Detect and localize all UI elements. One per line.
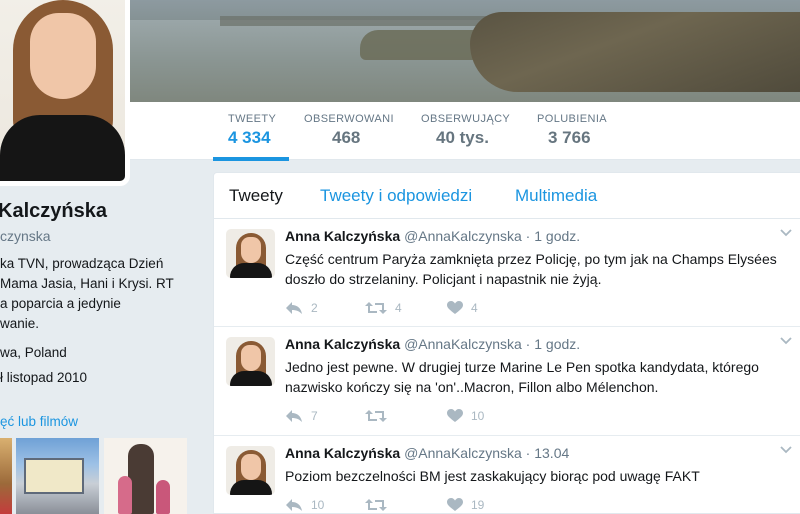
like-button[interactable]: 10 [447, 407, 484, 425]
tweet-avatar[interactable] [226, 337, 275, 386]
avatar-face [30, 13, 96, 99]
tweet-author-handle[interactable]: @AnnaKalczynska [404, 336, 522, 352]
reply-button[interactable]: 7 [285, 407, 318, 425]
profile-header-banner[interactable] [130, 0, 800, 102]
reply-count: 2 [311, 301, 318, 315]
retweet-button[interactable]: 4 [365, 299, 402, 317]
tweet-timeline: Tweety Tweety i odpowiedzi Multimedia An… [213, 172, 800, 514]
tweet-text: Poziom bezczelności BM jest zaskakujący … [285, 468, 700, 484]
stat-value: 4 334 [228, 128, 271, 147]
stat-label: OBSERWUJĄCY [421, 113, 511, 125]
heart-icon [447, 409, 463, 422]
timeline-tabs: Tweety Tweety i odpowiedzi Multimedia [214, 173, 800, 219]
retweet-icon [365, 302, 387, 314]
heart-icon [447, 301, 463, 314]
profile-nav: TWEETY 4 334 OBSERWOWANI 468 OBSERWUJĄCY… [130, 102, 800, 160]
avatar-face [241, 454, 261, 480]
tweet-timestamp[interactable]: 13.04 [534, 445, 569, 461]
tweet[interactable]: Anna Kalczyńska @AnnaKalczynska · 13.04 … [214, 436, 800, 513]
separator-dot: · [525, 336, 531, 352]
stat-value: 40 tys. [436, 128, 489, 147]
profile-location: wa, Poland [0, 345, 67, 360]
tweet-author-handle[interactable]: @AnnaKalczynska [404, 445, 522, 461]
photo-figure [156, 480, 170, 514]
avatar-body [0, 115, 125, 181]
media-thumbnail[interactable] [104, 438, 187, 514]
bio-line: Mama Jasia, Hani i Krysi. RT [0, 276, 174, 291]
tweet-author-name[interactable]: Anna Kalczyńska [285, 336, 400, 352]
reply-button[interactable]: 2 [285, 299, 318, 317]
tweet-text: Jedno jest pewne. W drugiej turze Marine… [285, 359, 759, 395]
retweet-count: 4 [395, 301, 402, 315]
reply-icon [286, 499, 302, 511]
media-thumbnail[interactable] [0, 438, 12, 514]
tweet-avatar[interactable] [226, 229, 275, 278]
banner-rocks [470, 12, 800, 92]
tab-tweets[interactable]: Tweety [229, 186, 283, 206]
retweet-button[interactable] [365, 407, 395, 425]
reply-icon [286, 302, 302, 314]
photo-figure [118, 476, 132, 514]
like-button[interactable]: 4 [447, 299, 478, 317]
bio-line: ka TVN, prowadząca Dzień [0, 256, 164, 271]
tweet-avatar[interactable] [226, 446, 275, 495]
stat-label: OBSERWOWANI [304, 113, 394, 125]
retweet-button[interactable] [365, 496, 395, 513]
avatar-body [230, 263, 272, 278]
tweet-header: Anna Kalczyńska @AnnaKalczynska · 13.04 [285, 445, 569, 461]
stat-value: 468 [332, 128, 361, 147]
stat-value: 3 766 [548, 128, 591, 147]
reply-button[interactable]: 10 [285, 496, 325, 513]
billboard-shape [24, 458, 84, 494]
reply-count: 10 [311, 498, 325, 512]
profile-name[interactable]: Kalczyńska [0, 200, 107, 223]
tab-media[interactable]: Multimedia [515, 186, 597, 206]
bio-line: wanie. [0, 316, 40, 331]
reply-icon [286, 410, 302, 422]
photos-videos-link[interactable]: ęć lub filmów [0, 414, 78, 429]
separator-dot: · [525, 228, 531, 244]
profile-handle[interactable]: czynska [0, 228, 51, 244]
retweet-icon [365, 410, 387, 422]
tweet-timestamp[interactable]: 1 godz. [534, 228, 580, 244]
tweet-header: Anna Kalczyńska @AnnaKalczynska · 1 godz… [285, 228, 580, 244]
chevron-down-icon[interactable] [779, 225, 793, 239]
tweet-author-handle[interactable]: @AnnaKalczynska [404, 228, 522, 244]
active-stat-indicator [213, 157, 289, 161]
avatar-body [230, 371, 272, 386]
avatar-body [230, 480, 272, 495]
tweet-author-name[interactable]: Anna Kalczyńska [285, 445, 400, 461]
tweet-header: Anna Kalczyńska @AnnaKalczynska · 1 godz… [285, 336, 580, 352]
tweet-text: Część centrum Paryża zamknięta przez Pol… [285, 251, 777, 287]
like-count: 19 [471, 498, 485, 512]
bio-line: a poparcia a jedynie [0, 296, 121, 311]
like-count: 4 [471, 301, 478, 315]
heart-icon [447, 498, 463, 511]
avatar-face [241, 237, 261, 263]
reply-count: 7 [311, 409, 318, 423]
stat-followers[interactable]: OBSERWUJĄCY 40 tys. [421, 113, 510, 148]
tab-tweets-and-replies[interactable]: Tweety i odpowiedzi [320, 186, 472, 206]
profile-bio: ka TVN, prowadząca Dzień Mama Jasia, Han… [0, 254, 205, 334]
stat-likes[interactable]: POLUBIENIA 3 766 [537, 113, 607, 148]
retweet-icon [365, 499, 387, 511]
media-thumbnail[interactable] [16, 438, 99, 514]
separator-dot: · [525, 445, 531, 461]
stat-following[interactable]: OBSERWOWANI 468 [304, 113, 394, 148]
like-button[interactable]: 19 [447, 496, 485, 513]
profile-avatar[interactable] [0, 0, 130, 186]
profile-join-date: ł listopad 2010 [0, 370, 88, 385]
chevron-down-icon[interactable] [779, 333, 793, 347]
avatar-face [241, 345, 261, 371]
like-count: 10 [471, 409, 485, 423]
tweet[interactable]: Anna Kalczyńska @AnnaKalczynska · 1 godz… [214, 219, 800, 327]
tweet-timestamp[interactable]: 1 godz. [534, 336, 580, 352]
tweet-author-name[interactable]: Anna Kalczyńska [285, 228, 400, 244]
stat-label: POLUBIENIA [537, 113, 608, 125]
stat-label: TWEETY [228, 113, 277, 125]
chevron-down-icon[interactable] [779, 442, 793, 456]
tweet[interactable]: Anna Kalczyńska @AnnaKalczynska · 1 godz… [214, 327, 800, 436]
stat-tweets[interactable]: TWEETY 4 334 [228, 113, 276, 148]
